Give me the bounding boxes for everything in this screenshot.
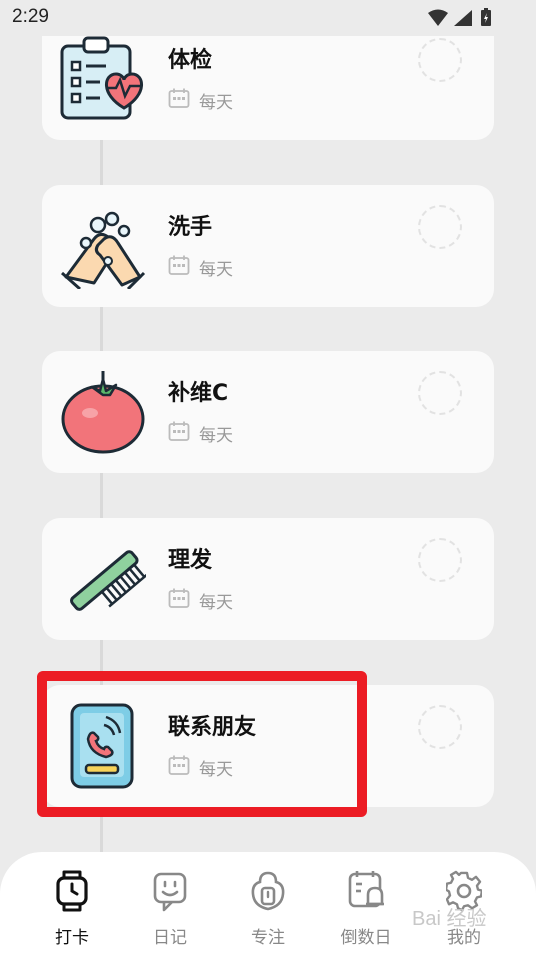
tab-focus[interactable]: 专注 bbox=[218, 852, 318, 953]
task-title: 理发 bbox=[168, 548, 213, 573]
task-frequency-label: 每天 bbox=[199, 426, 233, 446]
tab-diary[interactable]: 日记 bbox=[120, 852, 220, 953]
smiley-note-icon bbox=[153, 872, 187, 912]
status-time: 2:29 bbox=[12, 6, 49, 27]
calendar-icon bbox=[168, 88, 190, 108]
highlight-box bbox=[37, 671, 367, 817]
watch-icon bbox=[56, 870, 88, 912]
focus-timer-icon bbox=[251, 871, 285, 911]
comb-icon bbox=[60, 536, 149, 622]
task-title: 补维C bbox=[168, 381, 229, 406]
calendar-icon bbox=[168, 421, 190, 441]
task-card-haircut[interactable]: 理发 每天 bbox=[42, 518, 494, 640]
calendar-icon bbox=[168, 588, 190, 608]
task-card-handwash[interactable]: 洗手 每天 bbox=[42, 185, 494, 307]
task-frequency-label: 每天 bbox=[199, 593, 233, 613]
health-checkup-clipboard-icon bbox=[60, 36, 146, 122]
task-title: 洗手 bbox=[168, 215, 213, 240]
calendar-icon bbox=[168, 255, 190, 275]
tab-label: 倒数日 bbox=[340, 928, 392, 948]
hand-washing-icon bbox=[60, 203, 146, 291]
task-card-vitamin-c[interactable]: 补维C 每天 bbox=[42, 351, 494, 473]
wifi-icon bbox=[428, 9, 448, 26]
task-frequency-label: 每天 bbox=[199, 260, 233, 280]
status-icons bbox=[426, 8, 496, 32]
tab-countdown[interactable]: 倒数日 bbox=[316, 852, 416, 953]
tab-checkin[interactable]: 打卡 bbox=[22, 852, 122, 953]
task-check-button[interactable] bbox=[418, 371, 462, 415]
tab-label: 日记 bbox=[153, 928, 187, 948]
watermark: Bai 经验 bbox=[412, 908, 487, 930]
tab-label: 打卡 bbox=[55, 928, 89, 948]
battery-icon bbox=[481, 8, 491, 26]
task-check-button[interactable] bbox=[418, 38, 462, 82]
signal-icon bbox=[454, 10, 472, 26]
calendar-alarm-icon bbox=[348, 871, 384, 908]
status-bar: 2:29 bbox=[0, 0, 536, 36]
task-check-button[interactable] bbox=[418, 205, 462, 249]
tab-label: 专注 bbox=[251, 928, 285, 948]
task-frequency-label: 每天 bbox=[199, 93, 233, 113]
task-card-checkup[interactable]: 体检 每天 bbox=[42, 18, 494, 140]
task-check-button[interactable] bbox=[418, 705, 462, 749]
task-check-button[interactable] bbox=[418, 538, 462, 582]
tomato-icon bbox=[60, 369, 146, 455]
task-title: 体检 bbox=[168, 48, 213, 73]
